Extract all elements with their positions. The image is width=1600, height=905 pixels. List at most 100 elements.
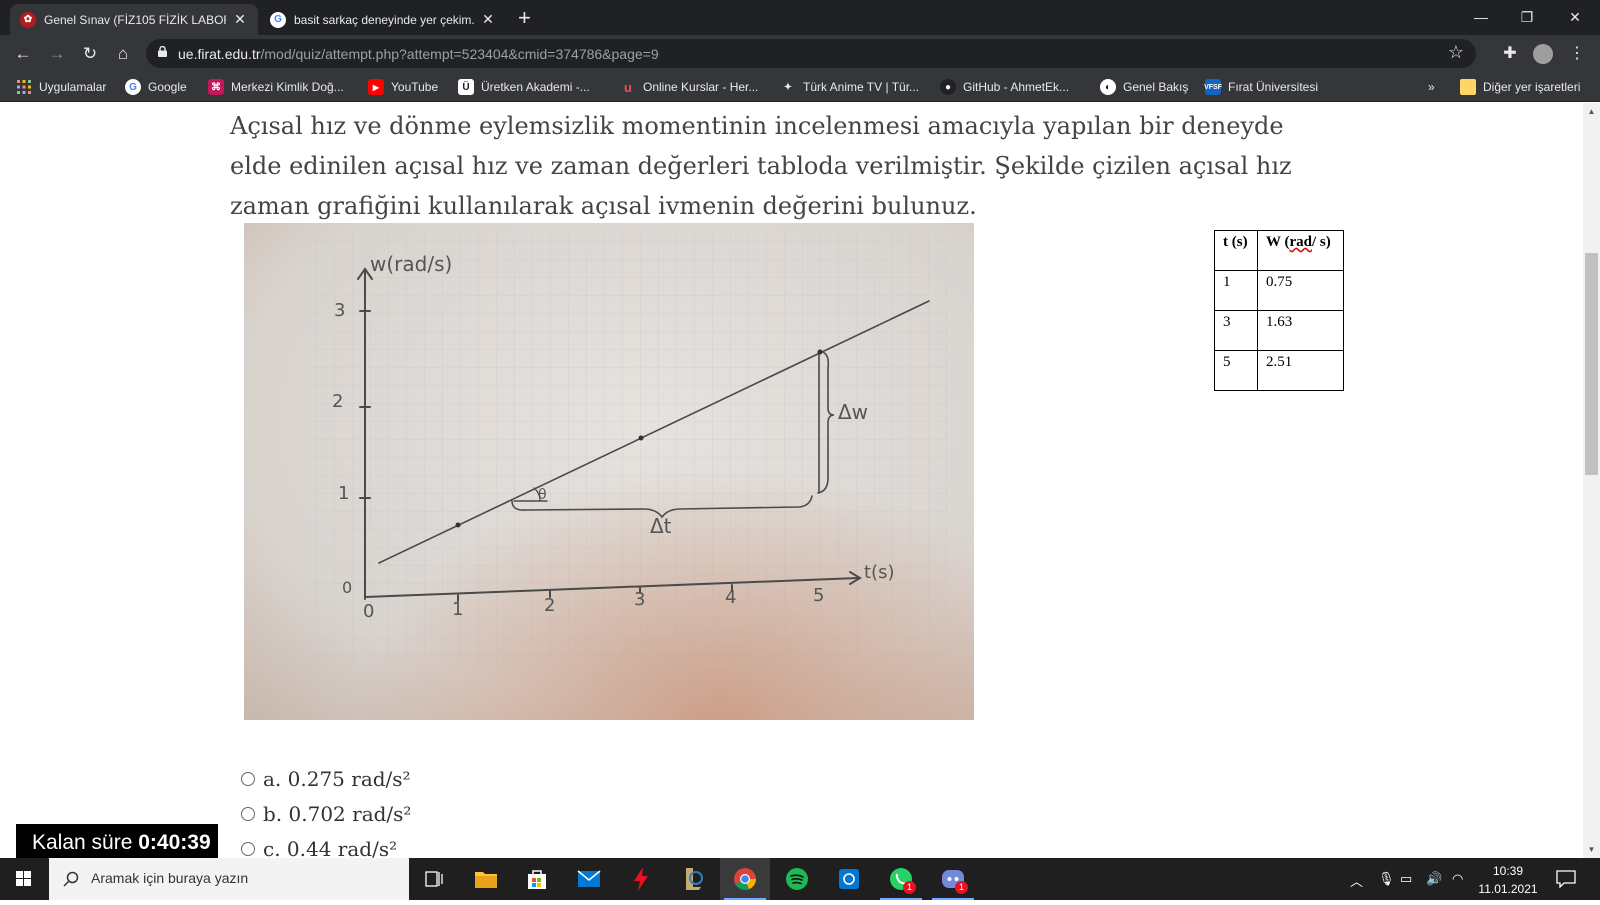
- option-label: c. 0.44 rad/s²: [263, 837, 398, 858]
- close-tab-icon[interactable]: ✕: [480, 11, 496, 28]
- flash-app-icon[interactable]: [616, 858, 666, 900]
- bookmark-label: Online Kurslar - Her...: [643, 80, 759, 94]
- bookmark-star-icon[interactable]: ☆: [1448, 42, 1464, 63]
- google-favicon-icon: G: [270, 11, 286, 28]
- tab-title: basit sarkaç deneyinde yer çekim...: [294, 12, 474, 27]
- lock-icon: [158, 46, 167, 57]
- radio-button[interactable]: [241, 807, 255, 821]
- bookmark-label: Uygulamalar: [39, 80, 107, 94]
- whatsapp-icon[interactable]: 1: [876, 858, 926, 900]
- volume-icon[interactable]: 🔊: [1426, 871, 1442, 887]
- page-content: Açısal hız ve dönme eylemsizlik momentin…: [0, 103, 1583, 858]
- bookmark-youtube[interactable]: ▶ YouTube: [368, 78, 438, 96]
- sketch-xtick-2: 2: [544, 595, 555, 616]
- sketch-xtick-5: 5: [813, 585, 824, 606]
- option-label: a. 0.275 rad/s²: [263, 767, 411, 791]
- home-icon[interactable]: ⌂: [110, 41, 136, 67]
- quiz-timer: Kalan süre 0:40:39: [16, 824, 218, 858]
- uretken-icon: Ü: [458, 79, 474, 95]
- windows-logo-icon: [16, 871, 31, 886]
- back-arrow-icon[interactable]: ←: [10, 41, 36, 67]
- radio-button[interactable]: [241, 842, 255, 856]
- data-point-t1: [455, 522, 461, 528]
- minimize-window-icon[interactable]: —: [1458, 4, 1504, 30]
- bookmark-label: Diğer yer işaretleri: [1483, 80, 1581, 94]
- bookmark-google[interactable]: G Google: [125, 78, 187, 96]
- show-hidden-icons-chevron-icon[interactable]: ︿: [1350, 871, 1363, 890]
- kimlik-icon: ⌘: [208, 79, 224, 95]
- cell-t: 3: [1214, 310, 1258, 351]
- github-icon: ●: [940, 79, 956, 95]
- question-text: Açısal hız ve dönme eylemsizlik momentin…: [230, 112, 1292, 220]
- taskbar-search-box[interactable]: Aramak için buraya yazın: [49, 858, 409, 900]
- bookmark-github[interactable]: ● GitHub - AhmetEk...: [940, 78, 1069, 96]
- apps-grid-icon: [16, 79, 32, 95]
- bookmark-label: Genel Bakış: [1123, 80, 1189, 94]
- tab-basit-sarkac[interactable]: G basit sarkaç deneyinde yer çekim... ✕: [260, 4, 506, 35]
- page-scrollbar[interactable]: ▲ ▼: [1583, 103, 1600, 858]
- cell-t: 5: [1214, 350, 1258, 391]
- bookmarks-bar: Uygulamalar G Google ⌘ Merkezi Kimlik Do…: [0, 72, 1600, 102]
- address-bar[interactable]: ue.firat.edu.tr/mod/quiz/attempt.php?att…: [146, 39, 1476, 68]
- league-client-icon[interactable]: [668, 858, 718, 900]
- genel-bakis-icon: ◐: [1100, 79, 1116, 95]
- bookmark-label: Merkezi Kimlik Doğ...: [231, 80, 344, 94]
- profile-avatar[interactable]: [1530, 41, 1556, 67]
- battery-icon[interactable]: ▭: [1400, 871, 1412, 887]
- sketch-ylabel: w(rad/s): [370, 252, 452, 276]
- wifi-icon[interactable]: ◠: [1452, 871, 1463, 887]
- sketch-xtick-3: 3: [634, 589, 645, 610]
- more-bookmarks-chevron[interactable]: »: [1428, 78, 1435, 96]
- tab-genel-sinav[interactable]: ✿ Genel Sınav (FİZ105 FİZİK LABOR... ✕: [10, 4, 258, 35]
- camera-app-icon[interactable]: [824, 858, 874, 900]
- windows-start-button[interactable]: [0, 858, 48, 900]
- reload-icon[interactable]: ↻: [77, 41, 103, 67]
- clock-time: 10:39: [1492, 864, 1524, 878]
- file-explorer-icon[interactable]: [461, 858, 511, 900]
- task-view-icon[interactable]: [409, 858, 459, 900]
- bookmark-merkezi-kimlik[interactable]: ⌘ Merkezi Kimlik Doğ...: [208, 78, 344, 96]
- restore-window-icon[interactable]: ❐: [1504, 4, 1550, 30]
- folder-icon: [1460, 79, 1476, 95]
- extensions-puzzle-icon[interactable]: ✚: [1497, 41, 1523, 67]
- bookmark-online-kurslar[interactable]: u Online Kurslar - Her...: [620, 78, 758, 96]
- clock-date: 11.01.2021: [1478, 882, 1538, 896]
- scroll-down-arrow-icon[interactable]: ▼: [1583, 841, 1600, 858]
- bookmark-uretken-akademi[interactable]: Ü Üretken Akademi -...: [458, 78, 590, 96]
- more-bookmarks-label: »: [1428, 80, 1435, 94]
- spotify-icon[interactable]: [772, 858, 822, 900]
- bookmark-turk-anime[interactable]: ✦ Türk Anime TV | Tür...: [780, 78, 919, 96]
- radio-button[interactable]: [241, 772, 255, 786]
- timer-value: 0:40:39: [138, 831, 211, 854]
- chrome-taskbar-icon[interactable]: [720, 858, 770, 900]
- scrollbar-thumb[interactable]: [1585, 253, 1598, 475]
- cell-w: 0.75: [1257, 270, 1344, 311]
- data-point-t3: [638, 435, 644, 441]
- browser-tab-strip: ✿ Genel Sınav (FİZ105 FİZİK LABOR... ✕ G…: [0, 0, 1600, 35]
- bookmark-apps[interactable]: Uygulamalar: [16, 78, 106, 96]
- discord-icon[interactable]: 1: [928, 858, 978, 900]
- close-window-icon[interactable]: ✕: [1552, 4, 1598, 30]
- notification-badge: 1: [955, 881, 968, 894]
- bookmark-firat[interactable]: VFSF Fırat Üniversitesi: [1204, 78, 1318, 96]
- forward-arrow-icon[interactable]: →: [44, 41, 70, 67]
- microphone-icon[interactable]: 🎙: [1378, 871, 1395, 887]
- answer-option-c[interactable]: c. 0.44 rad/s²: [241, 837, 397, 858]
- anime-icon: ✦: [783, 81, 793, 93]
- answer-option-a[interactable]: a. 0.275 rad/s²: [241, 767, 411, 791]
- other-bookmarks-folder[interactable]: Diğer yer işaretleri: [1460, 78, 1580, 96]
- sketch-theta: θ: [538, 487, 547, 503]
- moodle-favicon-icon: ✿: [20, 11, 36, 28]
- new-tab-button[interactable]: +: [518, 5, 531, 31]
- mail-icon[interactable]: [564, 858, 614, 900]
- answer-option-b[interactable]: b. 0.702 rad/s²: [241, 802, 411, 826]
- bookmark-genel-bakis[interactable]: ◐ Genel Bakış: [1100, 78, 1188, 96]
- menu-kebab-icon[interactable]: ⋮: [1564, 41, 1590, 67]
- close-tab-icon[interactable]: ✕: [232, 11, 248, 28]
- scroll-up-arrow-icon[interactable]: ▲: [1583, 103, 1600, 120]
- youtube-icon: ▶: [368, 79, 384, 95]
- action-center-icon[interactable]: [1556, 870, 1576, 888]
- sketch-xlabel: t(s): [864, 562, 894, 583]
- microsoft-store-icon[interactable]: [512, 858, 562, 900]
- taskbar-clock[interactable]: 10:39 11.01.2021: [1470, 862, 1546, 898]
